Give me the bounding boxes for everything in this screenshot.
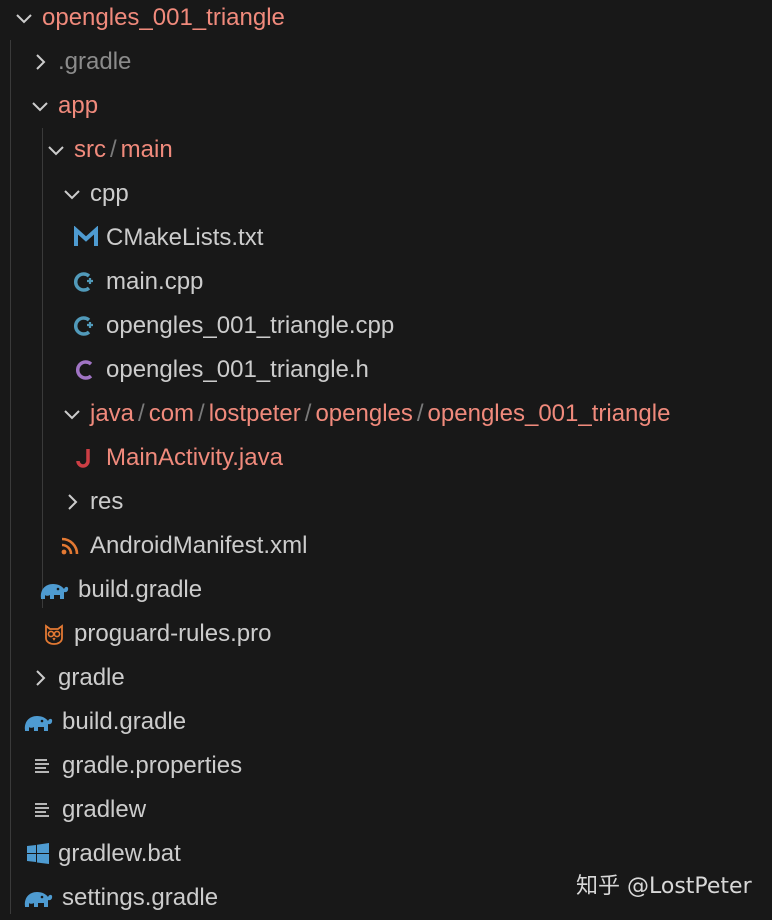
path-segment: opengles — [315, 400, 413, 427]
tree-item-label: CMakeLists.txt — [106, 224, 264, 251]
tree-item-label: build.gradle — [62, 708, 187, 735]
tree-item-label: build.gradle — [78, 576, 203, 603]
tree-item-gradle-properties-file[interactable]: gradle.properties — [0, 744, 772, 788]
tree-item-label: app — [58, 92, 99, 119]
chevron-down-icon — [12, 6, 36, 30]
chevron-down-icon — [60, 402, 84, 426]
tree-item-label: cpp — [90, 180, 129, 207]
tree-item-app-build-gradle-file[interactable]: build.gradle — [0, 568, 772, 612]
tree-item-label: opengles_001_triangle — [42, 4, 285, 31]
path-separator: / — [198, 400, 205, 427]
path-segment: opengles_001_triangle — [427, 400, 671, 427]
chevron-right-icon — [28, 666, 52, 690]
tree-item-cpp-folder[interactable]: cpp — [0, 172, 772, 216]
tree-item-cmakelists-file[interactable]: CMakeLists.txt — [0, 216, 772, 260]
path-segment: main — [120, 136, 173, 163]
tree-item-app-folder[interactable]: app — [0, 84, 772, 128]
path-separator: / — [138, 400, 145, 427]
tree-item-label: gradlew.bat — [58, 840, 181, 867]
c-header-icon — [74, 358, 98, 382]
tree-item-java-package-folder[interactable]: java / com / lostpeter / opengles / open… — [0, 392, 772, 436]
tree-item-label: proguard-rules.pro — [74, 620, 272, 647]
path-segment: java — [90, 400, 135, 427]
tree-item-dot-gradle-folder[interactable]: .gradle — [0, 40, 772, 84]
tree-item-label: .gradle — [58, 48, 132, 75]
tree-item-label: gradle — [58, 664, 125, 691]
cpp-file-icon — [74, 314, 98, 338]
cmake-icon — [74, 226, 98, 250]
chevron-down-icon — [44, 138, 68, 162]
watermark: 知乎 @LostPeter — [576, 874, 752, 899]
path-separator: / — [304, 400, 312, 427]
rss-xml-icon — [58, 534, 82, 558]
lines-icon — [30, 754, 54, 778]
gradle-elephant-icon — [38, 578, 70, 602]
tree-item-root-build-gradle-file[interactable]: build.gradle — [0, 700, 772, 744]
tree-item-triangle-header-file[interactable]: opengles_001_triangle.h — [0, 348, 772, 392]
owl-icon — [42, 622, 66, 646]
tree-item-src-main-folder[interactable]: src / main — [0, 128, 772, 172]
path-segment: src — [74, 136, 106, 163]
path-segment: lostpeter — [208, 400, 301, 427]
tree-item-label: main.cpp — [106, 268, 204, 295]
tree-item-gradle-folder[interactable]: gradle — [0, 656, 772, 700]
tree-item-mainactivity-file[interactable]: MainActivity.java — [0, 436, 772, 480]
cpp-file-icon — [74, 270, 98, 294]
chevron-right-icon — [60, 490, 84, 514]
tree-item-label: settings.gradle — [62, 884, 219, 911]
tree-item-root-folder[interactable]: opengles_001_triangle — [0, 0, 772, 40]
tree-item-proguard-file[interactable]: proguard-rules.pro — [0, 612, 772, 656]
tree-item-label: opengles_001_triangle.cpp — [106, 312, 395, 339]
tree-item-label: res — [90, 488, 124, 515]
path-separator: / — [416, 400, 424, 427]
file-explorer-tree: opengles_001_triangle .gradle app src / … — [0, 0, 772, 914]
gradle-elephant-icon — [22, 710, 54, 734]
windows-icon — [26, 842, 50, 866]
chevron-right-icon — [28, 50, 52, 74]
tree-item-main-cpp-file[interactable]: main.cpp — [0, 260, 772, 304]
path-segment: com — [148, 400, 195, 427]
tree-item-gradlew-file[interactable]: gradlew — [0, 788, 772, 832]
tree-item-label: AndroidManifest.xml — [90, 532, 308, 559]
tree-item-androidmanifest-file[interactable]: AndroidManifest.xml — [0, 524, 772, 568]
chevron-down-icon — [28, 94, 52, 118]
java-file-icon — [74, 446, 98, 470]
chevron-down-icon — [60, 182, 84, 206]
tree-item-triangle-cpp-file[interactable]: opengles_001_triangle.cpp — [0, 304, 772, 348]
tree-item-label: MainActivity.java — [106, 444, 283, 471]
gradle-elephant-icon — [22, 886, 54, 910]
lines-icon — [30, 798, 54, 822]
path-separator: / — [110, 136, 117, 163]
tree-item-label: opengles_001_triangle.h — [106, 356, 369, 383]
tree-item-res-folder[interactable]: res — [0, 480, 772, 524]
tree-item-label: gradlew — [62, 796, 147, 823]
tree-item-label: gradle.properties — [62, 752, 243, 779]
